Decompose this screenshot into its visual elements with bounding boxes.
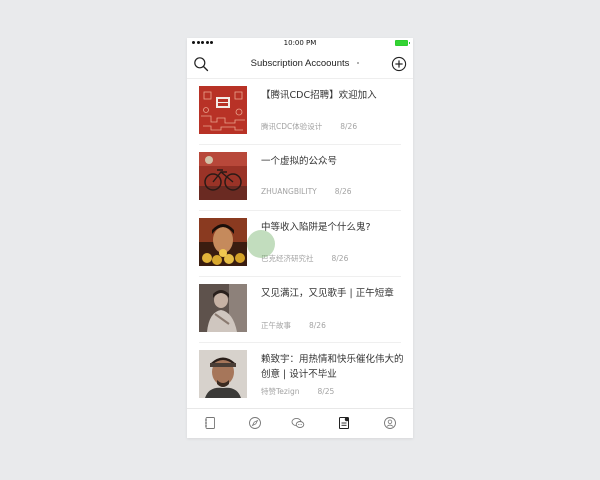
article-source: ZHUANGBILITY <box>261 187 317 196</box>
article-date: 8/25 <box>317 387 335 396</box>
chat-bubbles-icon[interactable] <box>291 416 305 430</box>
page-title: Subscription Accoounts <box>250 58 350 69</box>
article-title: 中等收入陷阱是个什么鬼? <box>261 222 371 233</box>
article-date: 8/26 <box>334 187 352 196</box>
singer-portrait-image <box>199 284 247 332</box>
article-date: 8/26 <box>309 321 326 330</box>
article-date: 8/26 <box>340 122 358 131</box>
article-title: 又见满江，又见歌手 | 正午短章 <box>261 288 394 299</box>
article-list: 【腾讯CDC招聘】欢迎加入 腾讯CDC体验设计 8/26 一个虚拟的公众号 ZH… <box>187 79 413 409</box>
profile-icon[interactable] <box>383 416 397 430</box>
add-circle-icon[interactable] <box>391 56 407 72</box>
face-with-coins-image <box>199 218 247 266</box>
status-time: 10:00 PM <box>283 39 317 47</box>
compass-icon[interactable] <box>248 416 262 430</box>
article-date: 8/26 <box>331 254 349 263</box>
title-marker <box>357 62 359 64</box>
list-item[interactable]: 【腾讯CDC招聘】欢迎加入 腾讯CDC体验设计 8/26 <box>187 79 413 145</box>
article-meta: 腾讯CDC体验设计 8/26 <box>261 121 357 132</box>
article-list-icon[interactable] <box>337 416 351 430</box>
nav-header: Subscription Accoounts <box>187 50 413 78</box>
article-source: 特赞Tezign <box>261 387 300 396</box>
man-portrait-image <box>199 350 247 398</box>
article-title: 赖致宇：用热情和快乐催化伟大的创意 | 设计不毕业 <box>261 354 404 380</box>
cdc-recruit-image <box>199 86 247 134</box>
article-title: 【腾讯CDC招聘】欢迎加入 <box>261 90 377 101</box>
battery-icon <box>395 40 410 46</box>
list-item[interactable]: 中等收入陷阱是个什么鬼? 巴克经济研究社 8/26 <box>187 211 413 277</box>
list-item[interactable]: 又见满江，又见歌手 | 正午短章 正午故事 8/26 <box>187 277 413 343</box>
red-bicycle-image <box>199 152 247 200</box>
article-meta: 特赞Tezign 8/25 <box>261 386 334 397</box>
status-bar: 10:00 PM <box>187 38 413 50</box>
article-meta: 正午故事 8/26 <box>261 320 326 331</box>
article-title: 一个虚拟的公众号 <box>261 156 338 167</box>
list-item[interactable]: 一个虚拟的公众号 ZHUANGBILITY 8/26 <box>187 145 413 211</box>
notebook-icon[interactable] <box>203 416 217 430</box>
article-source: 腾讯CDC体验设计 <box>261 122 323 131</box>
phone-screen: 10:00 PM Subscription Accoounts 【腾讯CDC招聘… <box>187 38 413 438</box>
article-meta: ZHUANGBILITY 8/26 <box>261 187 352 196</box>
touch-indicator <box>247 230 275 258</box>
list-item[interactable]: 赖致宇：用热情和快乐催化伟大的创意 | 设计不毕业 特赞Tezign 8/25 <box>187 343 413 409</box>
article-meta: 巴克经济研究社 8/26 <box>261 253 348 264</box>
tab-bar <box>187 408 413 438</box>
article-source: 正午故事 <box>261 321 291 330</box>
